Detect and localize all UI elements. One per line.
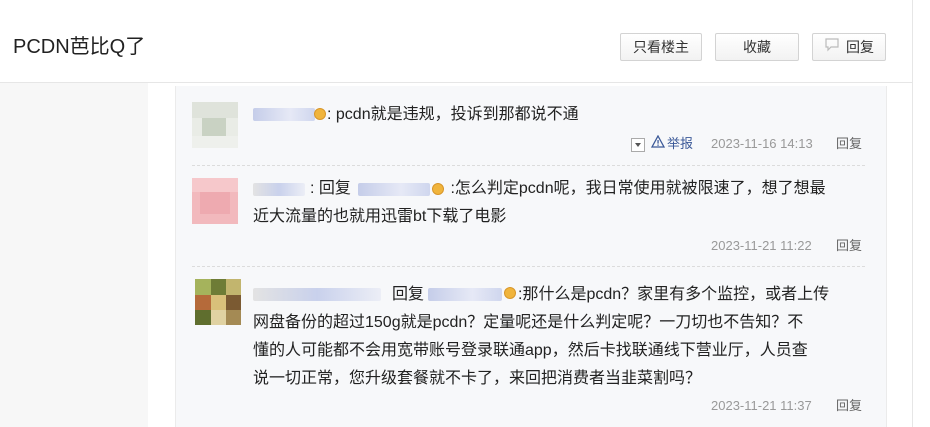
reply-button-label: 回复	[846, 39, 874, 55]
member-badge-icon	[314, 108, 326, 120]
username-redacted[interactable]	[253, 288, 381, 301]
divider	[192, 165, 865, 166]
comment-timestamp: 2023-11-16 14:13	[711, 136, 813, 151]
reply-prefix: : 回复	[310, 180, 351, 197]
comment-text: 回复	[392, 281, 424, 309]
comment-text: : pcdn就是违规，投诉到那都说不通	[327, 106, 579, 123]
comment-text: 网盘备份的超过150g就是pcdn？定量呢还是什么判定呢？一刀切也不告知？不	[253, 314, 804, 331]
comment-text: 说一切正常，您升级套餐就不卡了，来回把消费者当韭菜割吗？	[253, 370, 702, 387]
comment-reply-link[interactable]: 回复	[836, 398, 862, 414]
favorite-button[interactable]: 收藏	[715, 33, 799, 61]
comment-text: :怎么判定pcdn呢，我日常使用就被限速了，想了想最	[446, 180, 826, 197]
page-border	[912, 0, 913, 427]
left-column	[0, 83, 148, 427]
divider	[192, 266, 865, 267]
comment-timestamp: 2023-11-21 11:22	[711, 238, 812, 253]
comment-text: 近大流量的也就用迅雷bt下载了电影	[253, 208, 507, 225]
avatar[interactable]	[195, 279, 241, 325]
reply-prefix: 回复	[392, 286, 425, 303]
warning-triangle-icon	[650, 134, 666, 152]
dropdown-arrow-icon[interactable]	[631, 138, 645, 152]
comment-timestamp: 2023-11-21 11:37	[711, 398, 812, 413]
speech-bubble-icon	[824, 34, 840, 60]
report-label: 举报	[667, 136, 694, 151]
comment-reply-link[interactable]: 回复	[836, 238, 862, 254]
comment-reply-link[interactable]: 回复	[836, 136, 862, 152]
thread-title: PCDN芭比Q了	[13, 36, 146, 58]
reply-button[interactable]: 回复	[812, 33, 886, 61]
username-redacted[interactable]	[253, 183, 305, 196]
thread-header: PCDN芭比Q了 只看楼主 收藏 回复	[0, 0, 912, 83]
reply-target-redacted[interactable]	[358, 183, 430, 196]
avatar[interactable]	[192, 102, 238, 148]
report-link[interactable]: 举报	[650, 134, 694, 152]
member-badge-icon	[432, 183, 444, 195]
member-badge-icon	[504, 287, 516, 299]
comment-text: : 回复	[310, 175, 351, 203]
only-op-button[interactable]: 只看楼主	[620, 33, 702, 61]
comment-text: 懂的人可能都不会用宽带账号登录联通app，然后卡找联通线下营业厅，人员查	[253, 342, 808, 359]
avatar[interactable]	[192, 178, 238, 224]
reply-target-redacted[interactable]	[428, 288, 502, 301]
username-redacted[interactable]	[253, 108, 315, 121]
comment-text: :那什么是pcdn？家里有多个监控，或者上传	[518, 286, 830, 303]
